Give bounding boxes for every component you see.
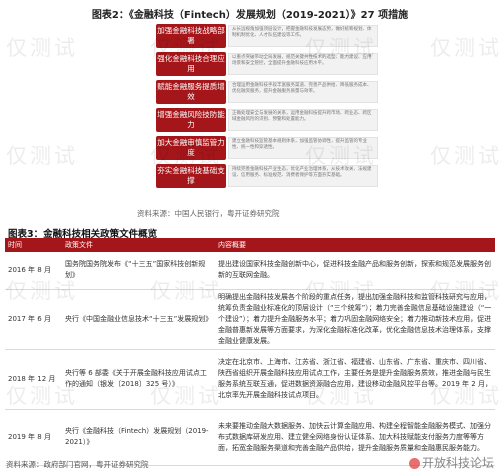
measure-detail: 以重点突破带动全局发展，规范关键共性技术的选型、能力建设、应用场景和安全管控，全… (228, 53, 378, 75)
measure-label: 加大金融审慎监管力度 (156, 136, 226, 160)
cell-summary: 决定在北京市、上海市、江苏省、浙江省、福建省、山东省、广东省、重庆市、四川省、陕… (215, 349, 495, 410)
brand-logo-icon (408, 458, 420, 469)
brand-text: 开放科技论坛 (421, 456, 494, 470)
watermark: 仅测试 (6, 36, 78, 60)
measures-diagram: 加强金融科技战略部署 从长远视角加强顶层设计，把握金融科技发展态势，做好统筹规划… (156, 22, 382, 192)
measure-detail: 建立金融科技监管基本规则体系，加强监管协调性，提升监管的专业性、统一性和穿透性。 (228, 137, 378, 159)
measure-detail: 正确处理安全与发展的关系，运用金融科技提升跨市场、跨业态、跨区域金融风险的识别、… (228, 109, 378, 131)
measure-label: 加强金融科技战略部署 (156, 24, 226, 48)
column-header-document: 政策文件 (62, 238, 215, 252)
cell-document: 国务院国务院发布《“十三五”国家科技创新规划》 (62, 252, 215, 290)
measure-row: 增强金融风险技防能力 正确处理安全与发展的关系，运用金融科技提升跨市场、跨业态、… (156, 108, 382, 132)
brand-watermark: 开放科技论坛 (408, 454, 494, 471)
cell-document: 央行等 6 部委《关于开展金融科技应用试点工作的通知（银发〔2018〕325 号… (62, 349, 215, 410)
watermark: 仅测试 (430, 36, 500, 60)
cell-summary: 明确提出金融科技发展各个阶段的重点任务，提出加强金融科技和监管科技研究与应用，统… (215, 289, 495, 350)
measure-row: 加大金融审慎监管力度 建立金融科技监管基本规则体系，加强监管协调性，提升监管的专… (156, 136, 382, 160)
cell-document: 央行《金融科技（Fintech）发展规划（2019-2021）》 (62, 409, 215, 466)
figure2-title: 图表2：《金融科技（Fintech）发展规划（2019-2021）》27 项措施 (91, 10, 409, 21)
table-header-row: 时间 政策文件 内容概要 (5, 238, 495, 252)
cell-time: 2017 年 6 月 (5, 289, 62, 350)
figure2-source: 资料来源：中国人民银行，粤开证券研究院 (137, 209, 280, 218)
column-header-time: 时间 (5, 238, 62, 252)
cell-time: 2016 年 8 月 (5, 252, 62, 290)
measure-row: 赋能金融服务提质增效 合理运用金融科技手段丰富服务渠道、完善产品供给、降低服务成… (156, 80, 382, 104)
measure-label: 增强金融风险技防能力 (156, 108, 226, 132)
measure-row: 夯实金融科技基础支撑 持续完善金融科技产业生态，优化产业治理体系，从技术攻关、法… (156, 164, 382, 188)
policy-table: 时间 政策文件 内容概要 2016 年 8 月 国务院国务院发布《“十三五”国家… (5, 238, 495, 466)
table-row: 2017 年 6 月 央行《中国金融业信息技术“十三五”发展规划》 明确提出金融… (5, 289, 495, 350)
table-row: 2016 年 8 月 国务院国务院发布《“十三五”国家科技创新规划》 提出建设国… (5, 252, 495, 290)
cell-summary: 提出建设国家科技金融创新中心，促进科技金融产品和服务创新，探索和规范发展服务创新… (215, 252, 495, 290)
measure-detail: 持续完善金融科技产业生态，优化产业治理体系，从技术攻关、法规建设、信用服务、标准… (228, 165, 378, 187)
measure-row: 加强金融科技战略部署 从长远视角加强顶层设计，把握金融科技发展态势，做好统筹规划… (156, 24, 382, 48)
measure-label: 夯实金融科技基础支撑 (156, 164, 226, 188)
cell-time: 2019 年 8 月 (5, 409, 62, 466)
column-header-summary: 内容概要 (215, 238, 495, 252)
measure-label: 赋能金融服务提质增效 (156, 80, 226, 104)
watermark: 仅测试 (6, 144, 78, 168)
watermark: 仅测试 (430, 144, 500, 168)
figure3-source: 资料来源：政府部门官网，粤开证券研究院 (6, 460, 149, 469)
table-row: 2018 年 12 月 央行等 6 部委《关于开展金融科技应用试点工作的通知（银… (5, 349, 495, 410)
measure-label: 强化金融科技合理应用 (156, 52, 226, 76)
cell-time: 2018 年 12 月 (5, 349, 62, 410)
measure-row: 强化金融科技合理应用 以重点突破带动全局发展，规范关键共性技术的选型、能力建设、… (156, 52, 382, 76)
measure-detail: 合理运用金融科技手段丰富服务渠道、完善产品供给、降低服务成本、优化融资服务，提升… (228, 81, 378, 103)
cell-document: 央行《中国金融业信息技术“十三五”发展规划》 (62, 289, 215, 350)
measure-detail: 从长远视角加强顶层设计，把握金融科技发展态势，做好统筹规划、体制机制优化、人才队… (228, 25, 378, 47)
